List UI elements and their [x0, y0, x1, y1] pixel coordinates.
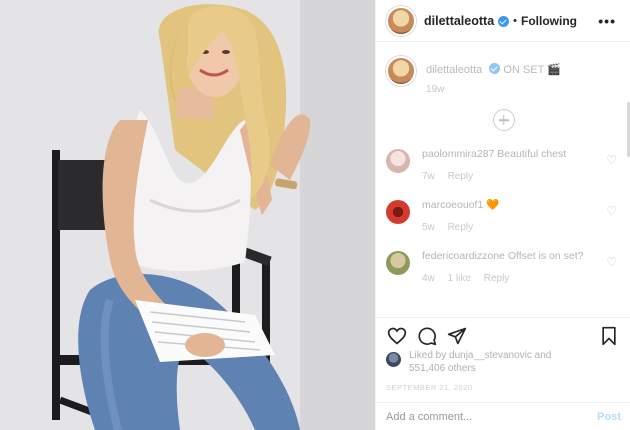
post-caption: dilettaleotta ON SET 🎬 19w — [376, 42, 630, 95]
share-send-icon[interactable] — [447, 326, 467, 346]
comment-like-icon[interactable]: ♡ — [606, 204, 617, 218]
comment-avatar[interactable] — [386, 149, 410, 173]
comments-list[interactable]: dilettaleotta ON SET 🎬 19w paolommira287… — [376, 42, 630, 317]
comment-time[interactable]: 7w — [422, 171, 435, 182]
comment-reply-button[interactable]: Reply — [448, 171, 474, 182]
comment-avatar[interactable] — [386, 200, 410, 224]
comment-likes-count[interactable]: 1 like — [448, 273, 471, 284]
comment-text: 🧡 — [486, 199, 500, 211]
author-username[interactable]: dilettaleotta — [424, 14, 494, 28]
caption-time[interactable]: 19w — [426, 84, 561, 95]
save-bookmark-icon[interactable] — [600, 326, 618, 346]
like-heart-icon[interactable] — [387, 326, 407, 346]
comment-time[interactable]: 5w — [422, 222, 435, 233]
likes-line-2[interactable]: 551,406 others — [409, 362, 551, 375]
add-comment-input[interactable] — [386, 410, 598, 423]
separator-dot: • — [513, 14, 518, 27]
caption-avatar[interactable] — [386, 56, 416, 86]
comment-avatar[interactable] — [386, 251, 410, 275]
comment-text: Beautiful chest — [497, 148, 567, 160]
verified-badge-icon — [498, 16, 510, 27]
caption-verified-icon — [489, 63, 501, 74]
post-photo[interactable] — [0, 0, 375, 430]
post-side-panel: dilettaleotta • Following ••• dilettaleo… — [375, 0, 630, 430]
comment-username[interactable]: marcoeouof1 — [422, 199, 483, 211]
following-button[interactable]: Following — [521, 14, 577, 28]
author-avatar[interactable] — [386, 5, 416, 36]
comment-bubble-icon[interactable] — [417, 326, 437, 346]
post-date[interactable]: SEPTEMBER 21, 2020 — [386, 383, 473, 392]
post-comment-button[interactable]: Post — [597, 411, 621, 423]
comment-like-icon[interactable]: ♡ — [606, 255, 617, 269]
post-image — [0, 0, 375, 430]
comment-item: paolommira287 Beautiful chest 7w Reply ♡ — [376, 147, 630, 184]
caption-text: ON SET 🎬 — [503, 64, 561, 76]
add-comment-bar: Post — [376, 402, 630, 430]
liker-avatar[interactable] — [386, 352, 401, 367]
comments-scrollbar[interactable] — [626, 42, 630, 317]
more-options-icon[interactable]: ••• — [598, 13, 616, 29]
post-header: dilettaleotta • Following ••• — [376, 0, 630, 42]
comment-time[interactable]: 4w — [422, 273, 435, 284]
comment-username[interactable]: federicoardizzone — [422, 250, 505, 262]
load-more-comments-icon[interactable] — [492, 109, 515, 131]
likes-line-1[interactable]: Liked by dunja__stevanovic and — [409, 349, 551, 362]
comment-item: marcoeouof1 🧡 5w Reply ♡ — [376, 198, 630, 235]
comment-item: federicoardizzone Offset is on set? 4w 1… — [376, 249, 630, 286]
comment-text: Offset is on set? — [507, 250, 584, 262]
comment-reply-button[interactable]: Reply — [484, 273, 510, 284]
caption-username[interactable]: dilettaleotta — [426, 64, 482, 76]
action-bar — [376, 317, 630, 353]
comment-reply-button[interactable]: Reply — [448, 222, 474, 233]
likes-summary[interactable]: Liked by dunja__stevanovic and 551,406 o… — [386, 349, 551, 375]
comment-username[interactable]: paolommira287 — [422, 148, 494, 160]
comment-like-icon[interactable]: ♡ — [606, 153, 617, 167]
